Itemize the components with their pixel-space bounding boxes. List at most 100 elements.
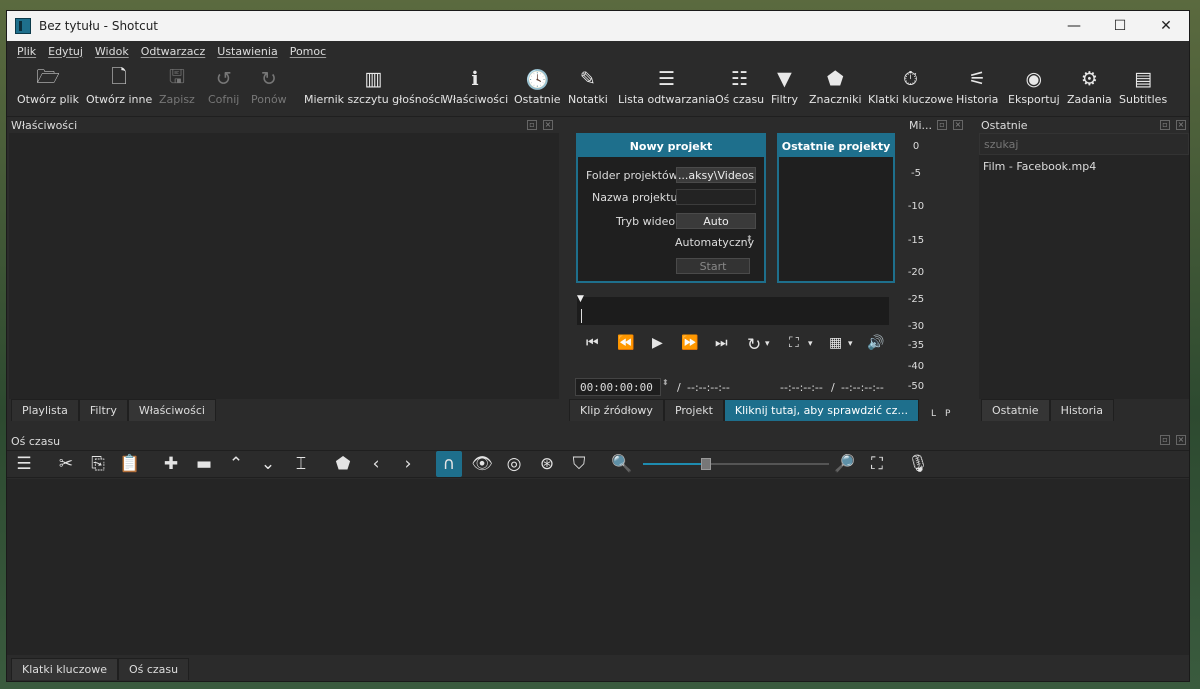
ripple-all-icon[interactable]: ⊛	[534, 451, 560, 477]
peak-meter-button[interactable]: ▥ Miernik szczytu głośności	[304, 65, 443, 113]
record-audio-icon[interactable]: 🎙	[905, 451, 931, 477]
grid-icon[interactable]: ▦	[829, 335, 842, 351]
copy-icon[interactable]: ⎘	[85, 451, 111, 477]
timeline-toolbar: ☰ ✂ ⎘ 📋 ✚ ▬ ⌃ ⌄ ⌶ ⬟ ‹ › ∩ 👁 ◎ ⊛ ⛉ 🔍 🔎 ⛶ …	[7, 450, 1189, 478]
float-icon[interactable]: ▫	[527, 120, 537, 130]
close-button[interactable]: ✕	[1143, 11, 1189, 41]
grid-dropdown-icon[interactable]: ▾	[848, 339, 853, 349]
tab-playlist[interactable]: Playlista	[11, 399, 79, 421]
menu-edytuj[interactable]: Edytuj	[42, 45, 89, 58]
scrub-eye-icon[interactable]: 👁	[469, 451, 495, 477]
timeline-tracks[interactable]	[7, 479, 1189, 655]
open-other-button[interactable]: 🗋 Otwórz inne	[86, 65, 152, 113]
overwrite-icon[interactable]: ⌄	[255, 451, 281, 477]
volume-icon[interactable]: 🔊	[867, 335, 884, 351]
file-plus-icon: 🗋	[111, 66, 127, 88]
tab-check-notice[interactable]: Kliknij tutaj, aby sprawdzić cz...	[723, 399, 919, 421]
menu-odtwarzacz[interactable]: Odtwarzacz	[135, 45, 212, 58]
playlist-button[interactable]: ☰ Lista odtwarzania	[618, 65, 715, 113]
zoom-out-icon[interactable]: 🔍	[609, 451, 635, 477]
float-icon[interactable]: ▫	[1160, 120, 1170, 130]
save-button[interactable]: 🖫 Zapisz	[159, 65, 195, 113]
start-button[interactable]: Start	[676, 258, 750, 274]
menu-plik[interactable]: Plik	[11, 45, 42, 58]
close-icon[interactable]: ×	[1176, 435, 1186, 445]
open-file-button[interactable]: 🗁 Otwórz plik	[17, 65, 79, 113]
zoom-fit-icon[interactable]: ⛶	[789, 335, 799, 351]
notes-button[interactable]: ✎ Notatki	[568, 65, 608, 113]
timeline-button[interactable]: ☷ Oś czasu	[715, 65, 764, 113]
menu-icon[interactable]: ☰	[11, 451, 37, 477]
keyframes-button[interactable]: ⏱ Klatki kluczowe	[868, 65, 953, 113]
loop-icon[interactable]: ↻	[747, 335, 761, 355]
history-button[interactable]: ⚟ Historia	[956, 65, 998, 113]
append-icon[interactable]: ✚	[158, 451, 184, 477]
spin-arrows-icon[interactable]: ⬍	[746, 234, 753, 243]
close-icon[interactable]: ×	[953, 120, 963, 130]
project-folder-label: Folder projektów	[586, 169, 678, 182]
timecode-spin-icon[interactable]: ⬍	[662, 378, 669, 387]
zoom-slider-handle[interactable]	[701, 458, 711, 470]
list-item[interactable]: Film - Facebook.mp4	[983, 160, 1096, 173]
play-icon[interactable]: ▶	[652, 335, 663, 351]
timeline-title: Oś czasu	[11, 434, 61, 448]
cut-icon[interactable]: ✂	[53, 451, 79, 477]
undo-button[interactable]: ↺ Cofnij	[208, 65, 239, 113]
tab-filters[interactable]: Filtry	[78, 399, 128, 421]
jobs-button[interactable]: ⚙ Zadania	[1067, 65, 1112, 113]
split-icon[interactable]: ⌶	[288, 451, 314, 477]
skip-to-end-icon[interactable]: ⏭	[715, 335, 728, 351]
float-icon[interactable]: ▫	[1160, 435, 1170, 445]
menu-pomoc[interactable]: Pomoc	[284, 45, 332, 58]
zoom-slider[interactable]	[643, 458, 829, 470]
zoom-dropdown-icon[interactable]: ▾	[808, 339, 813, 349]
previous-marker-icon[interactable]: ‹	[363, 451, 389, 477]
minimize-button[interactable]: —	[1051, 11, 1097, 41]
toolbar-label: Klatki kluczowe	[868, 93, 953, 106]
rewind-icon[interactable]: ⏪	[617, 335, 634, 351]
recent-search-input[interactable]	[979, 133, 1189, 155]
tab-properties[interactable]: Właściwości	[127, 399, 216, 421]
marker-icon[interactable]: ⬟	[330, 451, 356, 477]
remove-icon[interactable]: ▬	[191, 451, 217, 477]
close-icon[interactable]: ×	[543, 120, 553, 130]
tab-history[interactable]: Historia	[1049, 399, 1114, 421]
zoom-fit-icon[interactable]: ⛶	[864, 451, 890, 477]
tab-recent[interactable]: Ostatnie	[981, 399, 1050, 421]
close-icon[interactable]: ×	[1176, 120, 1186, 130]
export-button[interactable]: ◉ Eksportuj	[1008, 65, 1060, 113]
markers-button[interactable]: ⬟ Znaczniki	[809, 65, 862, 113]
maximize-button[interactable]: ☐	[1097, 11, 1143, 41]
next-marker-icon[interactable]: ›	[395, 451, 421, 477]
redo-button[interactable]: ↻ Ponów	[251, 65, 287, 113]
properties-button[interactable]: ℹ Właściwości	[442, 65, 508, 113]
paste-icon[interactable]: 📋	[117, 451, 143, 477]
filters-button[interactable]: ▼ Filtry	[771, 65, 798, 113]
tab-timeline[interactable]: Oś czasu	[117, 658, 190, 680]
zoom-in-icon[interactable]: 🔎	[832, 451, 858, 477]
tab-project[interactable]: Projekt	[663, 399, 724, 421]
float-icon[interactable]: ▫	[937, 120, 947, 130]
menu-ustawienia[interactable]: Ustawienia	[211, 45, 283, 58]
recent-button[interactable]: 🕓 Ostatnie	[514, 65, 561, 113]
in-point-display: --:--:--:--	[780, 381, 823, 394]
lift-icon[interactable]: ⌃	[223, 451, 249, 477]
loop-dropdown-icon[interactable]: ▾	[765, 339, 770, 349]
auto-select[interactable]: Automatyczny	[675, 236, 754, 249]
project-folder-button[interactable]: ...aksy\Videos	[676, 167, 756, 183]
subtitles-button[interactable]: ▤ Subtitles	[1119, 65, 1167, 113]
snap-magnet-icon[interactable]: ∩	[436, 451, 462, 477]
timecode-input[interactable]: 00:00:00:00	[575, 378, 661, 396]
ripple-markers-icon[interactable]: ⛉	[566, 451, 592, 477]
new-project-box: Nowy projekt Folder projektów ...aksy\Vi…	[576, 133, 766, 283]
tab-source-clip[interactable]: Klip źródłowy	[569, 399, 664, 421]
project-name-input[interactable]	[676, 189, 756, 205]
skip-to-start-icon[interactable]: ⏮	[586, 335, 599, 351]
ripple-icon[interactable]: ◎	[501, 451, 527, 477]
tab-keyframes[interactable]: Klatki kluczowe	[11, 658, 118, 680]
splitter-handle[interactable]	[564, 126, 566, 142]
menu-widok[interactable]: Widok	[89, 45, 135, 58]
video-mode-select[interactable]: Auto	[676, 213, 756, 229]
player-scrubber[interactable]: ▼	[577, 294, 889, 325]
fast-forward-icon[interactable]: ⏩	[681, 335, 698, 351]
